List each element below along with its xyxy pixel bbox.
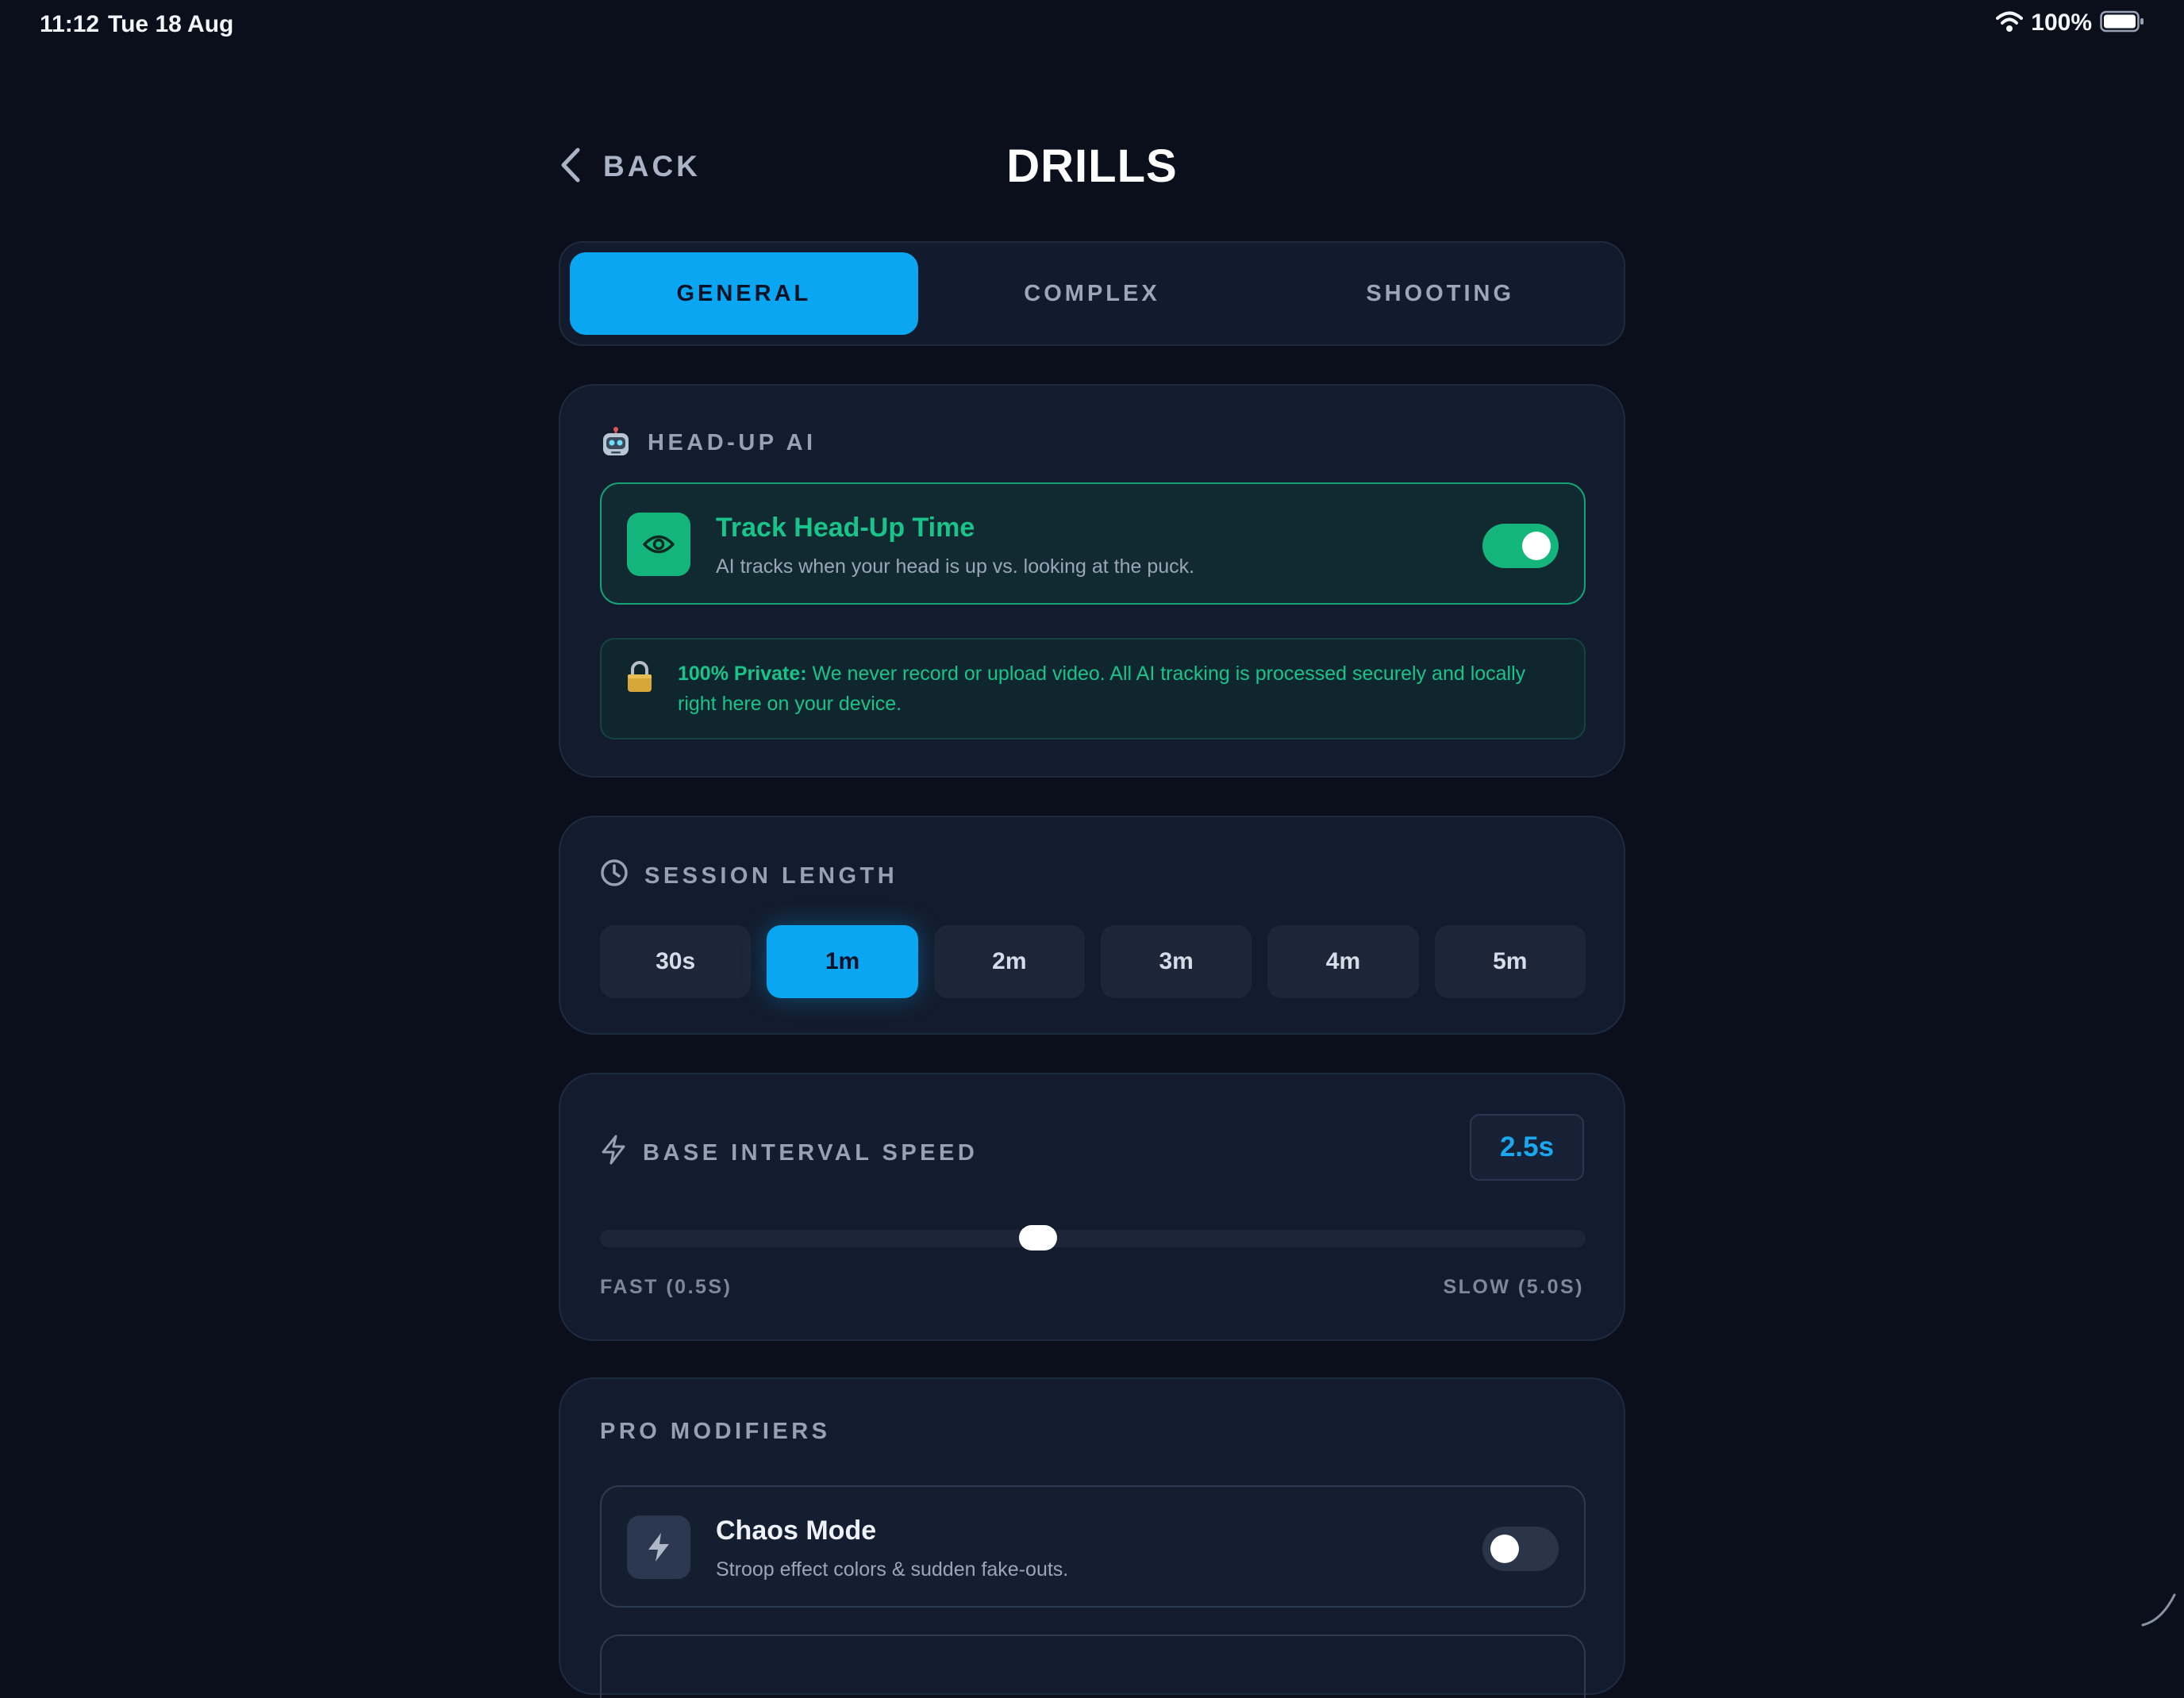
clock-icon [600,859,629,893]
session-length-header: SESSION LENGTH [600,859,898,893]
chaos-mode-title: Chaos Mode [716,1516,876,1546]
tab-general[interactable]: GENERAL [570,252,918,335]
slider-min-label: FAST (0.5S) [600,1276,732,1299]
session-option-5m[interactable]: 5m [1435,925,1586,998]
base-interval-header: BASE INTERVAL SPEED [600,1135,978,1171]
battery-icon [2100,10,2144,36]
status-time: 11:12 [40,11,99,38]
header: BACK DRILLS [559,135,1625,198]
chevron-left-icon [559,147,583,187]
privacy-notice: 100% Private: We never record or upload … [600,638,1586,740]
wifi-icon [1996,10,2023,36]
session-option-3m[interactable]: 3m [1101,925,1252,998]
toggle-knob [1522,532,1551,560]
tab-bar: GENERAL COMPLEX SHOOTING [559,241,1625,346]
head-up-ai-title: HEAD-UP AI [648,430,817,456]
pro-modifiers-card: PRO MODIFIERS Chaos Mode Stroop effect c… [559,1377,1625,1695]
interval-value-display: 2.5s [1470,1114,1584,1181]
track-head-up-subtitle: AI tracks when your head is up vs. looki… [716,555,1194,578]
session-option-30s[interactable]: 30s [600,925,751,998]
battery-percent: 100% [2031,10,2092,36]
slider-thumb[interactable] [1019,1225,1057,1250]
pro-modifiers-title: PRO MODIFIERS [600,1419,831,1445]
privacy-text: 100% Private: We never record or upload … [678,659,1552,719]
tab-shooting[interactable]: SHOOTING [1266,252,1614,335]
eye-icon [627,513,690,576]
head-up-ai-header: HEAD-UP AI [600,427,817,459]
slider-max-label: SLOW (5.0S) [1443,1276,1584,1299]
back-button[interactable]: BACK [559,135,701,198]
interval-slider[interactable] [600,1230,1586,1247]
toggle-knob [1490,1535,1519,1563]
resize-handle-icon [2138,1589,2179,1630]
session-length-title: SESSION LENGTH [644,863,898,889]
status-indicators: 100% [1996,10,2144,36]
track-head-up-toggle[interactable] [1482,524,1559,568]
robot-icon [600,427,632,459]
base-interval-title: BASE INTERVAL SPEED [643,1140,978,1166]
bolt-icon [600,1135,627,1171]
chaos-mode-subtitle: Stroop effect colors & sudden fake-outs. [716,1558,1068,1581]
next-modifier-row [600,1635,1586,1698]
chaos-mode-row: Chaos Mode Stroop effect colors & sudden… [600,1485,1586,1608]
back-label: BACK [603,150,701,183]
privacy-bold: 100% Private: [678,663,807,685]
track-head-up-row: Track Head-Up Time AI tracks when your h… [600,482,1586,605]
status-date: Tue 18 Aug [108,11,233,38]
session-option-4m[interactable]: 4m [1267,925,1418,998]
lock-icon [625,660,654,693]
track-head-up-title: Track Head-Up Time [716,513,975,544]
status-bar: 11:12 Tue 18 Aug 100% [0,0,2184,52]
session-option-1m[interactable]: 1m [767,925,917,998]
session-length-options: 30s 1m 2m 3m 4m 5m [600,925,1586,998]
page-title: DRILLS [559,135,1625,198]
chaos-bolt-icon [627,1516,690,1579]
chaos-mode-toggle[interactable] [1482,1527,1559,1571]
session-length-card: SESSION LENGTH 30s 1m 2m 3m 4m 5m [559,816,1625,1035]
session-option-2m[interactable]: 2m [934,925,1085,998]
tab-complex[interactable]: COMPLEX [918,252,1267,335]
base-interval-card: BASE INTERVAL SPEED 2.5s FAST (0.5S) SLO… [559,1073,1625,1341]
head-up-ai-card: HEAD-UP AI Track Head-Up Time AI tracks … [559,384,1625,778]
